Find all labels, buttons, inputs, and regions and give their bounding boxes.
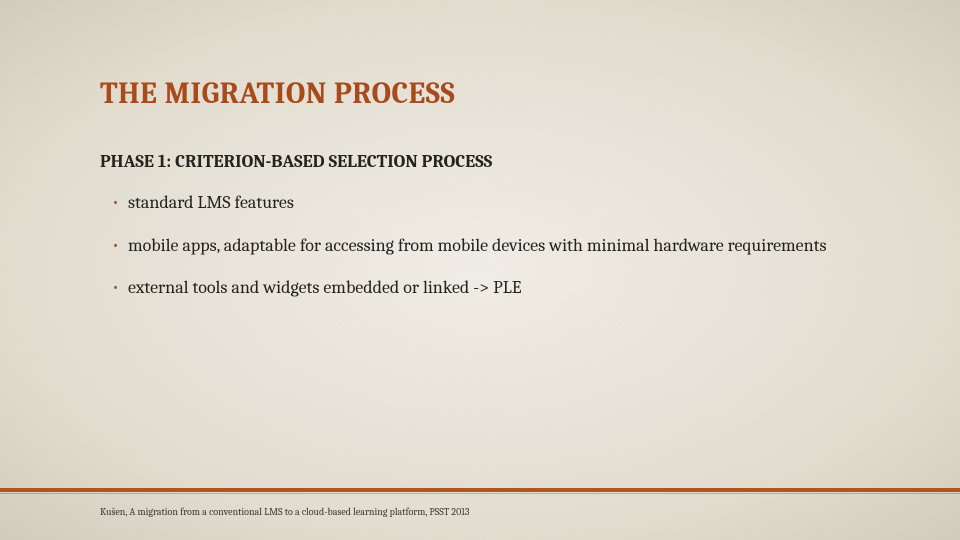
slide-title: THE MIGRATION PROCESS: [100, 76, 860, 111]
list-item: mobile apps, adaptable for accessing fro…: [112, 235, 852, 258]
divider: [0, 488, 960, 492]
footer-citation: Kušen, A migration from a conventional L…: [100, 506, 470, 518]
bullet-list: standard LMS features mobile apps, adapt…: [100, 192, 860, 300]
slide-subtitle: PHASE 1: CRITERION-BASED SELECTION PROCE…: [100, 151, 860, 172]
list-item: standard LMS features: [112, 192, 852, 215]
slide: THE MIGRATION PROCESS PHASE 1: CRITERION…: [0, 0, 960, 540]
list-item: external tools and widgets embedded or l…: [112, 277, 852, 300]
